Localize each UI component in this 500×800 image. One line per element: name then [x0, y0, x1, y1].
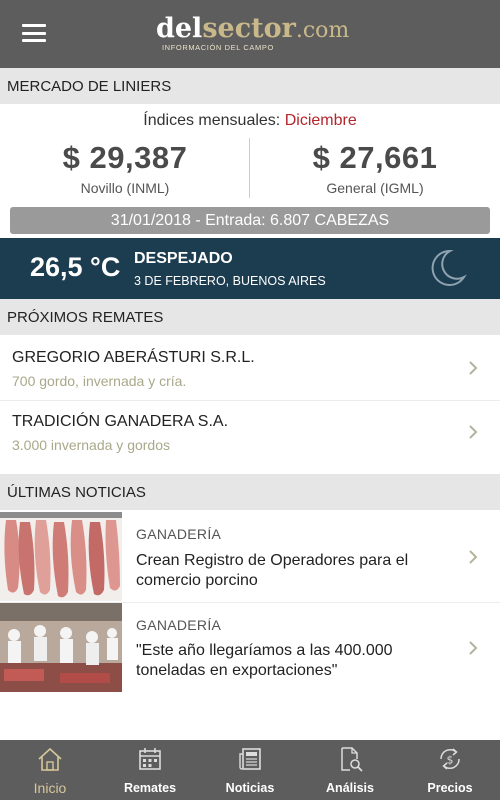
- news-title: Crean Registro de Operadores para el com…: [136, 552, 409, 589]
- news-category: GANADERÍA: [136, 526, 222, 542]
- indices-label: Índices mensuales:: [143, 112, 281, 129]
- weather-temperature: 26,5 °C: [30, 252, 121, 282]
- remate-title: TRADICIÓN GANADERA S.A.: [12, 413, 229, 430]
- delsector-logo[interactable]: delsector.com INFORMACIÓN DEL CAMPO: [156, 14, 356, 58]
- general-index: $ 27,661 General (IGML): [250, 140, 500, 196]
- remate-title: GREGORIO ABERÁSTURI S.R.L.: [12, 349, 255, 366]
- section-header-market: MERCADO DE LINIERS: [0, 68, 500, 104]
- section-header-remates: PRÓXIMOS REMATES: [0, 299, 500, 335]
- logo-text-com: .com: [295, 18, 350, 43]
- novillo-index: $ 29,387 Novillo (INML): [0, 140, 250, 196]
- calendar-icon: [139, 748, 161, 770]
- nav-label-remates: Remates: [123, 781, 177, 795]
- home-icon: [38, 747, 62, 771]
- news-item[interactable]: GANADERÍA Crean Registro de Operadores p…: [0, 511, 500, 602]
- general-value: $ 27,661: [312, 140, 438, 175]
- logo-text-sector: sector: [202, 13, 296, 44]
- nav-item-noticias[interactable]: Noticias: [200, 740, 300, 800]
- document-search-icon: [341, 747, 363, 772]
- chevron-right-icon: [469, 425, 478, 439]
- novillo-value: $ 29,387: [62, 140, 188, 175]
- nav-item-analisis[interactable]: Análisis: [300, 740, 400, 800]
- nav-label-analisis: Análisis: [326, 781, 374, 795]
- moon-icon: [431, 249, 467, 286]
- remate-item[interactable]: TRADICIÓN GANADERA S.A. 3.000 invernada …: [0, 401, 500, 466]
- weather-condition: DESPEJADO: [134, 250, 233, 267]
- news-title: "Este año llegaríamos a las 400.000 tone…: [136, 642, 393, 679]
- nav-item-precios[interactable]: $ Precios: [400, 740, 500, 800]
- chevron-right-icon: [469, 550, 478, 564]
- logo-tagline: INFORMACIÓN DEL CAMPO: [162, 43, 274, 52]
- news-category: GANADERÍA: [136, 617, 222, 633]
- nav-label-inicio: Inicio: [33, 780, 67, 796]
- logo-text-del: del: [156, 13, 203, 44]
- novillo-label: Novillo (INML): [80, 180, 170, 196]
- svg-text:$: $: [447, 754, 454, 767]
- indices-month[interactable]: Diciembre: [285, 112, 357, 129]
- remate-subtitle: 700 gordo, invernada y cría.: [12, 373, 187, 389]
- bottom-navigation: Inicio Remates Noticias Análisis $ Preci…: [0, 740, 500, 800]
- remate-item[interactable]: GREGORIO ABERÁSTURI S.R.L. 700 gordo, in…: [0, 335, 500, 400]
- hamburger-menu-icon[interactable]: [22, 24, 46, 42]
- nav-label-noticias: Noticias: [225, 781, 275, 795]
- remate-subtitle: 3.000 invernada y gordos: [12, 437, 170, 453]
- weather-date-location: 3 DE FEBRERO, BUENOS AIRES: [134, 274, 326, 288]
- chevron-right-icon: [469, 361, 478, 375]
- section-header-news: ÚLTIMAS NOTICIAS: [0, 474, 500, 510]
- monthly-indices-label: Índices mensuales: Diciembre: [0, 112, 500, 130]
- newspaper-icon: [239, 748, 261, 770]
- nav-label-precios: Precios: [427, 781, 473, 795]
- news-thumbnail-pork-carcasses: [0, 512, 122, 601]
- general-label: General (IGML): [326, 180, 424, 196]
- news-item[interactable]: GANADERÍA "Este año llegaríamos a las 40…: [0, 603, 500, 694]
- news-thumbnail-meat-plant-workers: [0, 603, 122, 692]
- dollar-cycle-icon: $: [440, 748, 460, 770]
- top-app-bar: delsector.com INFORMACIÓN DEL CAMPO: [0, 0, 500, 68]
- chevron-right-icon: [469, 641, 478, 655]
- nav-item-remates[interactable]: Remates: [100, 740, 200, 800]
- nav-item-inicio[interactable]: Inicio: [0, 740, 100, 800]
- entry-info-bar: 31/01/2018 - Entrada: 6.807 CABEZAS: [10, 207, 490, 234]
- weather-banner[interactable]: 26,5 °C DESPEJADO 3 DE FEBRERO, BUENOS A…: [0, 238, 500, 299]
